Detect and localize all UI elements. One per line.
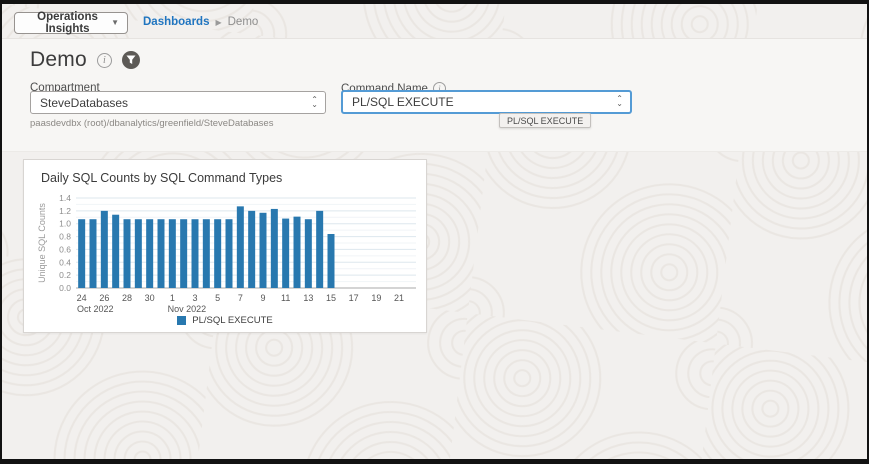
svg-text:15: 15: [326, 293, 336, 303]
svg-text:Oct 2022: Oct 2022: [77, 304, 114, 314]
svg-text:Unique SQL Counts: Unique SQL Counts: [37, 203, 47, 283]
select-stepper-icon: ⌃⌄: [311, 98, 318, 108]
app-switcher-button[interactable]: Operations Insights ▼: [14, 12, 128, 34]
svg-text:13: 13: [303, 293, 313, 303]
compartment-value: SteveDatabases: [40, 96, 128, 110]
svg-text:5: 5: [215, 293, 220, 303]
svg-text:1.2: 1.2: [59, 206, 71, 216]
chart-card: Daily SQL Counts by SQL Command Types 0.…: [23, 159, 427, 333]
svg-text:26: 26: [99, 293, 109, 303]
page-title: Demo: [30, 48, 87, 72]
svg-text:Nov 2022: Nov 2022: [168, 304, 207, 314]
legend-swatch: [177, 316, 186, 325]
command-name-select[interactable]: PL/SQL EXECUTE ⌃⌄: [341, 90, 632, 114]
svg-text:0.8: 0.8: [59, 232, 71, 242]
chart-title: Daily SQL Counts by SQL Command Types: [41, 171, 282, 185]
command-name-value: PL/SQL EXECUTE: [352, 95, 454, 109]
top-bar: Operations Insights ▼ Dashboards ▶ Demo: [2, 4, 867, 38]
filter-funnel-icon[interactable]: [122, 51, 140, 69]
select-stepper-icon: ⌃⌄: [616, 97, 623, 107]
breadcrumb-link-dashboards[interactable]: Dashboards: [143, 16, 209, 28]
compartment-hint: paasdevdbx (root)/dbanalytics/greenfield…: [30, 118, 273, 129]
svg-text:0.2: 0.2: [59, 270, 71, 280]
app-switcher-label: Operations Insights: [24, 11, 111, 35]
command-name-tooltip: PL/SQL EXECUTE: [499, 113, 591, 128]
chevron-down-icon: ▼: [111, 19, 119, 27]
chart-canvas: 0.00.20.40.60.81.01.21.42426283013579111…: [36, 190, 420, 327]
svg-text:1: 1: [170, 293, 175, 303]
chart-legend: PL/SQL EXECUTE: [24, 315, 426, 326]
svg-text:30: 30: [145, 293, 155, 303]
svg-text:19: 19: [371, 293, 381, 303]
svg-text:28: 28: [122, 293, 132, 303]
breadcrumb-separator-icon: ▶: [215, 18, 221, 27]
legend-label: PL/SQL EXECUTE: [192, 315, 272, 326]
page-title-row: Demo i: [30, 48, 140, 72]
window-frame: Operations Insights ▼ Dashboards ▶ Demo …: [0, 0, 869, 464]
svg-text:0.0: 0.0: [59, 283, 71, 293]
svg-text:11: 11: [281, 293, 290, 303]
svg-text:7: 7: [238, 293, 243, 303]
breadcrumb-current: Demo: [228, 16, 259, 28]
filter-panel: Demo i Compartment SteveDatabases ⌃⌄ paa…: [2, 38, 867, 152]
svg-text:0.4: 0.4: [59, 257, 71, 267]
svg-text:0.6: 0.6: [59, 244, 71, 254]
svg-text:24: 24: [77, 293, 87, 303]
svg-text:17: 17: [349, 293, 359, 303]
svg-text:1.4: 1.4: [59, 193, 71, 203]
page-info-icon[interactable]: i: [97, 53, 112, 68]
svg-text:3: 3: [192, 293, 197, 303]
svg-text:21: 21: [394, 293, 404, 303]
compartment-select[interactable]: SteveDatabases ⌃⌄: [30, 91, 326, 114]
app-screen: Operations Insights ▼ Dashboards ▶ Demo …: [2, 4, 867, 459]
svg-text:9: 9: [260, 293, 265, 303]
svg-text:1.0: 1.0: [59, 219, 71, 229]
breadcrumb: Dashboards ▶ Demo: [143, 16, 258, 28]
